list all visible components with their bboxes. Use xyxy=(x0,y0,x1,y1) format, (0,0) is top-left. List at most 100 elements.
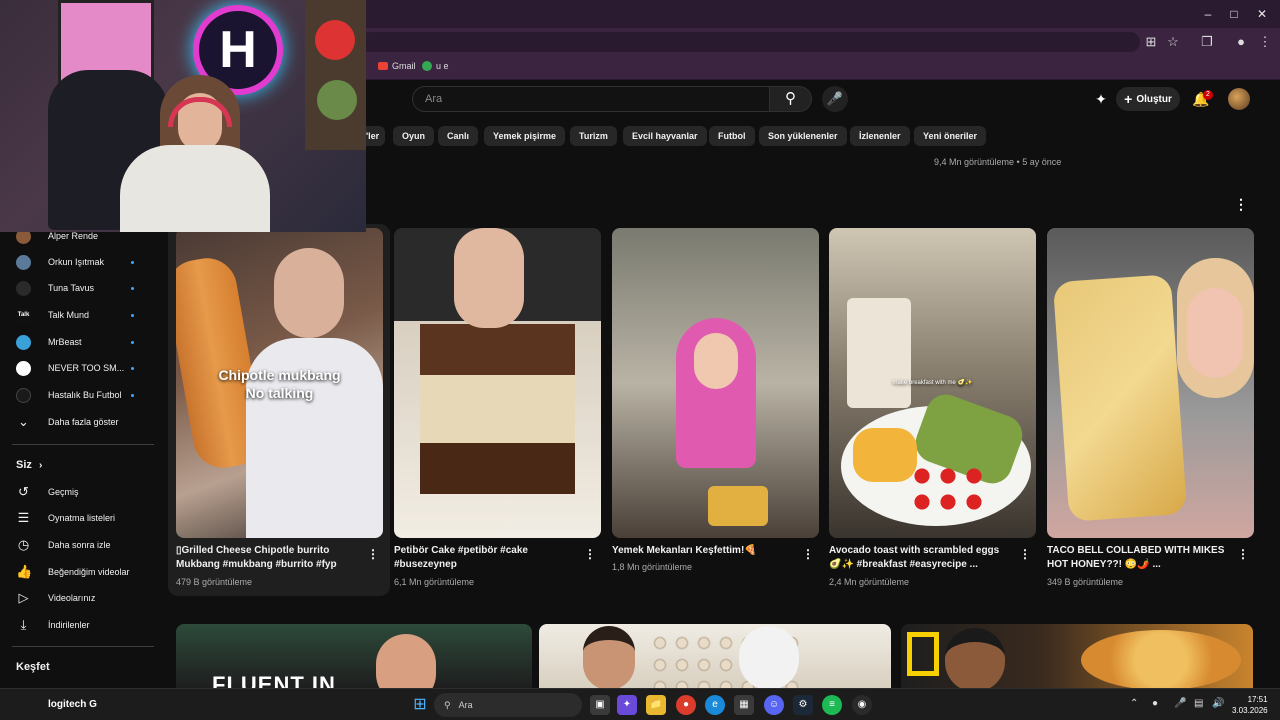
chip-futbol[interactable]: Futbol xyxy=(709,126,755,146)
chip-yeni-oneriler[interactable]: Yeni öneriler xyxy=(914,126,987,146)
video-title[interactable]: Avocado toast with scrambled eggs 🥑✨ #br… xyxy=(829,544,1009,572)
new-content-dot xyxy=(131,367,134,370)
microphone-icon[interactable]: 🎤 xyxy=(1174,698,1186,709)
file-explorer-icon[interactable]: 📁 xyxy=(646,695,666,715)
sidebar-item-label: İndirilenler xyxy=(48,620,90,630)
thumbnail-overlay-text: make breakfast with me 🥑✨ xyxy=(892,380,973,386)
video-more-icon[interactable]: ⋮ xyxy=(584,547,596,561)
obs-icon[interactable]: ◉ xyxy=(852,695,872,715)
fries-shape xyxy=(708,486,768,526)
search-icon: ⚲ xyxy=(785,90,796,107)
sidebar-item-liked-videos[interactable]: 👍 Beğendiğim videolar xyxy=(16,562,156,582)
account-avatar[interactable] xyxy=(1228,88,1250,110)
sidebar-subscription[interactable]: Tuna Tavus xyxy=(16,278,156,298)
taskbar-search[interactable]: ⚲ Ara xyxy=(434,693,582,717)
clock[interactable]: 17:51 3.03.2026 xyxy=(1232,694,1268,716)
chip-canli[interactable]: Canlı xyxy=(438,126,479,146)
face-shape xyxy=(1187,288,1243,378)
extensions-icon[interactable]: ❐ xyxy=(1198,33,1216,51)
chip-turizm[interactable]: Turizm xyxy=(570,126,617,146)
video-thumbnail[interactable]: Chipotle mukbang No talking xyxy=(176,228,383,538)
copilot-icon[interactable]: ✦ xyxy=(617,695,637,715)
create-button[interactable]: + Oluştur xyxy=(1116,87,1180,111)
bookmark-star-icon[interactable]: ☆ xyxy=(1164,33,1182,51)
bookmark-favicon-icon xyxy=(422,61,432,71)
gemini-sparkle-icon[interactable]: ✦ xyxy=(1090,88,1112,110)
voice-search-button[interactable]: 🎤 xyxy=(822,86,848,112)
chip-son-yuklenenler[interactable]: Son yüklenenler xyxy=(759,126,847,146)
video-title[interactable]: Petibör Cake #petibör #cake #busezeynep xyxy=(394,544,574,572)
hoodie-shape xyxy=(120,145,270,232)
video-title[interactable]: ▯Grilled Cheese Chipotle burrito Mukbang… xyxy=(176,544,356,572)
windows-start-icon[interactable]: ⊞ xyxy=(410,695,430,715)
history-icon: ↺ xyxy=(18,484,29,499)
sidebar-item-your-videos[interactable]: ▷ Videolarınız xyxy=(16,588,156,608)
profile-icon[interactable]: ● xyxy=(1232,33,1250,51)
address-field[interactable] xyxy=(360,32,1140,52)
close-icon[interactable]: ✕ xyxy=(1248,4,1276,24)
minimize-icon[interactable]: – xyxy=(1194,4,1222,24)
video-thumbnail-wide[interactable] xyxy=(539,624,891,688)
video-meta: 2,4 Mn görüntüleme xyxy=(829,577,910,587)
video-thumbnail[interactable] xyxy=(1047,228,1254,538)
video-more-icon[interactable]: ⋮ xyxy=(367,547,379,561)
edge-icon[interactable]: e xyxy=(705,695,725,715)
plus-icon: + xyxy=(1124,91,1133,107)
sidebar-subscription[interactable]: Orkun Işıtmak xyxy=(16,252,156,272)
bookmark-gmail[interactable]: Gmail xyxy=(378,61,416,71)
chip-yemek-pisirme[interactable]: Yemek pişirme xyxy=(484,126,566,146)
sidebar-subscription[interactable]: NEVER TOO SM... xyxy=(16,358,156,378)
network-icon[interactable]: ▤ xyxy=(1194,698,1203,709)
volume-icon[interactable]: 🔊 xyxy=(1212,698,1224,709)
video-more-icon[interactable]: ⋮ xyxy=(1019,547,1031,561)
chip-partial[interactable]: 'ler xyxy=(366,126,386,146)
video-thumbnail[interactable] xyxy=(612,228,819,538)
video-thumbnail-wide[interactable]: FLUENT IN xyxy=(176,624,532,688)
tray-app-icon[interactable]: ● xyxy=(1152,698,1158,709)
sidebar-item-history[interactable]: ↺ Geçmiş xyxy=(16,482,156,502)
store-icon[interactable]: ▦ xyxy=(734,695,754,715)
search-button[interactable]: ⚲ xyxy=(770,86,812,112)
new-content-dot xyxy=(131,261,134,264)
video-more-icon[interactable]: ⋮ xyxy=(802,547,814,561)
video-more-icon[interactable]: ⋮ xyxy=(1237,547,1249,561)
video-thumbnail[interactable] xyxy=(394,228,601,538)
sidebar-item-downloads[interactable]: ⤓ İndirilenler xyxy=(16,615,156,635)
clock-time: 17:51 xyxy=(1247,695,1268,704)
face-shape xyxy=(583,626,635,688)
sidebar-item-watch-later[interactable]: ◷ Daha sonra izle xyxy=(16,535,156,555)
task-view-icon[interactable]: ▣ xyxy=(590,695,610,715)
install-app-icon[interactable]: ⊞ xyxy=(1142,33,1160,51)
natgeo-logo-icon xyxy=(907,632,939,676)
maximize-icon[interactable]: □ xyxy=(1220,4,1248,24)
chip-izlenenler[interactable]: İzlenenler xyxy=(850,126,910,146)
sidebar-item-playlists[interactable]: ☰ Oynatma listeleri xyxy=(16,508,156,528)
chip-evcil-hayvanlar[interactable]: Evcil hayvanlar xyxy=(623,126,707,146)
new-content-dot xyxy=(131,394,134,397)
shelf-more-icon[interactable]: ⋮ xyxy=(1234,196,1248,213)
search-placeholder: Ara xyxy=(425,93,443,105)
video-thumbnail-wide[interactable] xyxy=(901,624,1253,688)
bookmark-ue[interactable]: u e xyxy=(422,61,449,71)
discord-icon[interactable]: ☺ xyxy=(764,695,784,715)
steam-icon[interactable]: ⚙ xyxy=(793,695,813,715)
browser-menu-icon[interactable]: ⋮ xyxy=(1256,33,1274,51)
show-more-button[interactable]: ⌄ Daha fazla göster xyxy=(16,412,156,432)
video-title[interactable]: TACO BELL COLLABED WITH MIKES HOT HONEY?… xyxy=(1047,544,1227,572)
avatar xyxy=(16,280,31,296)
spotify-icon[interactable]: ≡ xyxy=(822,695,842,715)
chip-oyun[interactable]: Oyun xyxy=(393,126,435,146)
sidebar-subscription[interactable]: Hastalık Bu Futbol xyxy=(16,385,156,405)
chevron-up-icon[interactable]: ⌃ xyxy=(1130,698,1138,709)
bookmark-label: u e xyxy=(436,61,449,71)
logitech-label: logitech xyxy=(48,699,87,710)
you-section-heading[interactable]: Siz › xyxy=(16,459,42,471)
video-thumbnail[interactable]: make breakfast with me 🥑✨ xyxy=(829,228,1036,538)
shelf xyxy=(305,0,366,150)
webcam-overlay: H xyxy=(0,0,366,232)
chrome-icon[interactable]: ● xyxy=(676,695,696,715)
search-input[interactable]: Ara xyxy=(412,86,770,112)
sidebar-subscription[interactable]: Talk Talk Mund xyxy=(16,305,156,325)
cake-shape xyxy=(420,324,575,494)
sidebar-subscription[interactable]: MrBeast xyxy=(16,332,156,352)
